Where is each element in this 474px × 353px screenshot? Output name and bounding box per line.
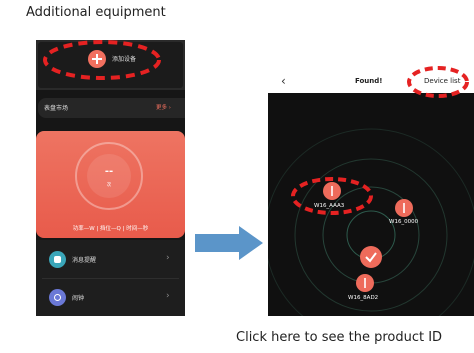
status-ring-inner: -- 次	[87, 154, 131, 198]
device-label: W16_8AD2	[348, 295, 379, 301]
chevron-right-icon: ›	[166, 291, 170, 301]
divider	[42, 278, 179, 279]
caption-product-id: Click here to see the product ID	[236, 330, 443, 345]
add-device-button[interactable]	[88, 50, 106, 68]
device-node-0000[interactable]	[395, 199, 413, 217]
status-stats: 功率—W | 挡位—Q | 时间—秒	[72, 226, 149, 232]
right-phone-screenshot: ‹ Found! Device list W16_AAA3 W16_0000 W…	[268, 71, 474, 316]
settings-list: 消息提醒 › 闹钟 ›	[36, 240, 185, 316]
device-label: W16_0000	[389, 219, 419, 225]
device-node-8ad2[interactable]	[356, 274, 374, 292]
back-icon[interactable]: ‹	[281, 74, 286, 88]
device-list-link[interactable]: Device list	[424, 77, 460, 85]
device-status-card[interactable]: -- 次 功率—W | 挡位—Q | 时间—秒	[36, 131, 185, 238]
radar-scan-area: W16_AAA3 W16_0000 W16_8AD2	[268, 93, 474, 316]
message-icon	[49, 251, 66, 268]
list-item-message-reminder[interactable]: 消息提醒 ›	[36, 242, 185, 279]
caption-additional-equipment: Additional equipment	[26, 5, 166, 20]
top-panel: 添加设备	[36, 40, 185, 90]
left-phone-screenshot: 添加设备 表盘市场 更多 › -- 次 功率—W | 挡位—Q | 时间—秒 消…	[36, 40, 185, 316]
alarm-clock-icon	[49, 289, 66, 306]
search-header: ‹ Found! Device list	[268, 71, 474, 93]
checkmark-icon	[365, 252, 377, 263]
more-link[interactable]: 更多 ›	[156, 103, 171, 111]
status-unit: 次	[106, 183, 112, 188]
more-label: 更多	[156, 105, 168, 111]
page-title: Found!	[355, 77, 383, 85]
status-ring: -- 次	[75, 142, 143, 210]
list-item-label: 消息提醒	[72, 257, 97, 264]
chevron-right-icon: ›	[166, 253, 170, 263]
add-device-label: 添加设备	[112, 56, 137, 63]
watch-face-market-bar[interactable]: 表盘市场 更多 ›	[38, 98, 185, 118]
status-value: --	[104, 166, 114, 177]
list-item-alarm[interactable]: 闹钟 ›	[36, 280, 185, 316]
device-label: W16_AAA3	[314, 203, 345, 209]
scan-center-button[interactable]	[360, 246, 382, 268]
arrow-right-icon	[195, 226, 263, 260]
add-device-area: 添加设备	[38, 42, 183, 88]
device-node-aaa3[interactable]	[323, 182, 341, 200]
chevron-right-icon: ›	[167, 105, 171, 111]
market-label: 表盘市场	[44, 105, 69, 112]
list-item-label: 闹钟	[72, 295, 85, 302]
